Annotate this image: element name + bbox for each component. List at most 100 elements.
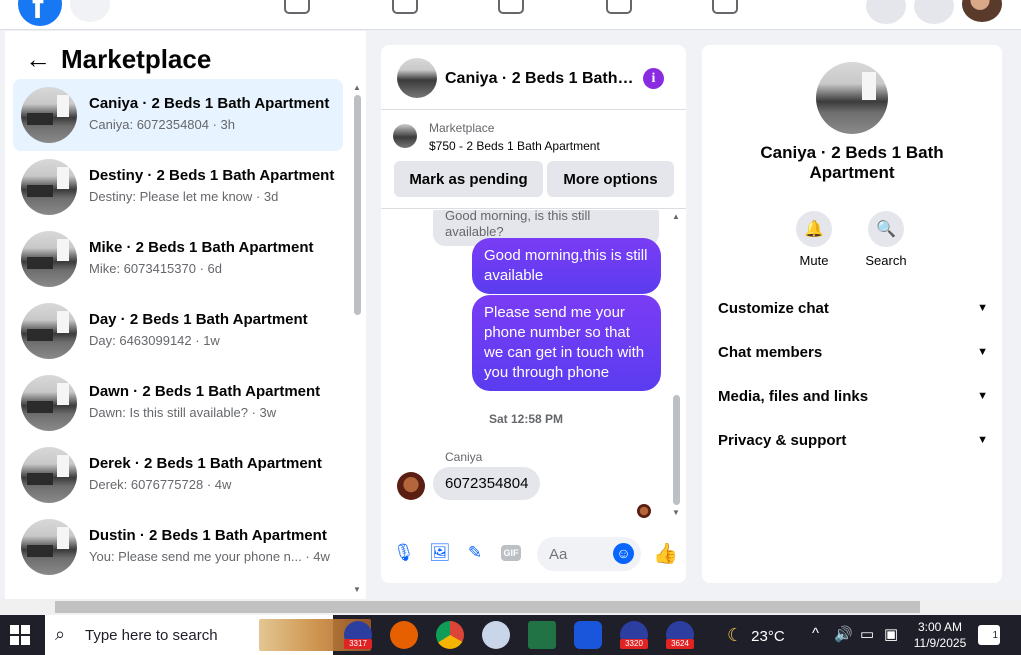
privacy-support-section[interactable]: Privacy & support ▼ [718,428,988,452]
sticker-icon[interactable]: ✎ [465,543,485,563]
chevron-down-icon: ▼ [977,390,988,402]
conversation-name: Mike · 2 Beds 1 Bath Apartment [89,239,314,256]
info-icon[interactable]: i [643,68,664,89]
search-button[interactable]: 🔍 Search [856,211,916,268]
home-icon[interactable] [284,0,310,14]
firefox-icon[interactable] [390,621,418,649]
notification-center-icon[interactable]: 1 [978,625,1000,645]
scrollbar-thumb[interactable] [673,395,680,505]
mark-as-pending-button[interactable]: Mark as pending [394,161,543,197]
sender-name: Caniya [445,450,483,464]
search-icon: ⌕ [55,624,66,644]
search-icon[interactable] [70,0,110,22]
seen-indicator-avatar [637,504,651,518]
conversation-name: Dawn · 2 Beds 1 Bath Apartment [89,383,321,400]
conversation-item[interactable]: Dustin · 2 Beds 1 Bath Apartment You: Pl… [13,511,343,583]
network-icon[interactable]: ▭ [860,625,874,643]
taskbar-search[interactable]: ⌕ Type here to search [45,615,371,655]
taskbar-app-icon[interactable]: 3624 [666,621,694,649]
scrollbar-thumb[interactable] [354,95,361,315]
mute-button[interactable]: 🔔 Mute [784,211,844,268]
sender-avatar[interactable] [397,472,425,500]
more-options-button[interactable]: More options [547,161,674,197]
chat-title[interactable]: Caniya · 2 Beds 1 Bath Apartment [445,70,635,88]
page-title: Marketplace [61,43,212,74]
scroll-down-icon[interactable]: ▼ [353,585,361,594]
conversation-item[interactable]: Day · 2 Beds 1 Bath Apartment Day: 64630… [13,295,343,367]
listing-thumbnail [21,159,77,215]
emoji-icon[interactable]: ☺ [613,543,634,564]
clock-time: 3:00 AM [917,620,963,634]
moon-icon: ☾ [727,625,744,645]
conversation-name: Destiny · 2 Beds 1 Bath Apartment [89,167,335,184]
back-arrow-icon[interactable]: ← [25,44,61,75]
conversation-panel: ← Marketplace Caniya · 2 Beds 1 Bath Apa… [5,31,366,599]
chat-avatar[interactable] [397,58,437,98]
scrollbar-thumb[interactable] [55,601,920,613]
conversation-snippet: Destiny: Please let me know · 3d [89,189,279,204]
taskbar-clock[interactable]: 3:00 AM 11/9/2025 [905,619,975,651]
conversation-item[interactable]: Destiny · 2 Beds 1 Bath Apartment Destin… [13,151,343,223]
search-icon: 🔍 [868,211,904,247]
listing-thumbnail[interactable] [393,124,417,148]
notifications-bell-icon[interactable] [914,0,954,24]
conversation-snippet: Dawn: Is this still available? · 3w [89,405,277,420]
friends-icon[interactable] [392,0,418,14]
profile-avatar[interactable] [962,0,1002,22]
conversation-snippet: Caniya: 6072354804 · 3h [89,117,236,132]
conversation-list: Caniya · 2 Beds 1 Bath Apartment Caniya:… [13,79,343,583]
chat-info-avatar[interactable] [816,62,888,134]
marketplace-icon[interactable] [606,0,632,14]
chat-panel: Caniya · 2 Beds 1 Bath Apartment i Marke… [381,45,686,583]
gif-icon[interactable]: GIF [501,545,521,561]
conversation-snippet: Day: 6463099142 · 1w [89,333,220,348]
listing-thumbnail [21,87,77,143]
panel-header: ← Marketplace [25,43,211,75]
chrome-icon[interactable] [436,621,464,649]
facebook-logo-icon[interactable] [18,0,62,27]
conversation-item[interactable]: Dawn · 2 Beds 1 Bath Apartment Dawn: Is … [13,367,343,439]
conversation-name: Caniya · 2 Beds 1 Bath Apartment [89,95,330,112]
section-label: Privacy & support [718,431,847,449]
photo-icon[interactable]: 🖼 [429,543,451,563]
chat-header: Caniya · 2 Beds 1 Bath Apartment i [381,45,686,110]
conversation-snippet: You: Please send me your phone n... · 4w [89,549,330,564]
menu-grid-icon[interactable] [866,0,906,24]
conversation-snippet: Derek: 6076775728 · 4w [89,477,232,492]
listing-price-title[interactable]: $750 - 2 Beds 1 Bath Apartment [429,139,600,153]
taskbar-app-icon[interactable]: 3317 [344,621,372,649]
thumbs-up-icon[interactable]: 👍 [653,541,678,566]
conversation-item[interactable]: Caniya · 2 Beds 1 Bath Apartment Caniya:… [13,79,343,151]
microphone-icon[interactable]: 🎙 [393,543,415,563]
windows-start-icon[interactable] [10,625,30,645]
weather-widget[interactable]: ☾ 23°C [727,625,785,646]
chat-members-section[interactable]: Chat members ▼ [718,340,988,364]
chat-scrollbar[interactable]: ▲ ▼ [671,210,681,518]
taskbar-app-icon[interactable]: 3320 [620,621,648,649]
display-icon[interactable]: ▣ [884,625,898,643]
shield-app-icon[interactable] [574,621,602,649]
section-label: Media, files and links [718,387,869,405]
app-badge: 3317 [344,639,372,649]
scroll-up-icon[interactable]: ▲ [353,83,361,92]
conversation-item[interactable]: Mike · 2 Beds 1 Bath Apartment Mike: 607… [13,223,343,295]
section-label: Customize chat [718,299,829,317]
app-badge: 3624 [666,639,694,649]
media-files-links-section[interactable]: Media, files and links ▼ [718,384,988,408]
taskbar-app-icon[interactable] [482,621,510,649]
customize-chat-section[interactable]: Customize chat ▼ [718,296,988,320]
spreadsheet-app-icon[interactable] [528,621,556,649]
page-horizontal-scrollbar[interactable] [0,599,1021,615]
scroll-down-icon[interactable]: ▼ [672,508,680,517]
gaming-icon[interactable] [712,0,738,14]
conversation-name: Day · 2 Beds 1 Bath Apartment [89,311,308,328]
windows-taskbar: ⌕ Type here to search 3317 3320 3624 ☾ 23… [0,615,1021,655]
chevron-up-icon[interactable]: ^ [812,625,819,642]
conversation-scrollbar[interactable]: ▲ ▼ [352,81,362,594]
speaker-icon[interactable]: 🔊 [834,625,853,643]
clock-date: 11/9/2025 [913,636,967,650]
scroll-up-icon[interactable]: ▲ [672,212,680,221]
video-icon[interactable] [498,0,524,14]
mute-label: Mute [799,253,829,268]
conversation-item[interactable]: Derek · 2 Beds 1 Bath Apartment Derek: 6… [13,439,343,511]
